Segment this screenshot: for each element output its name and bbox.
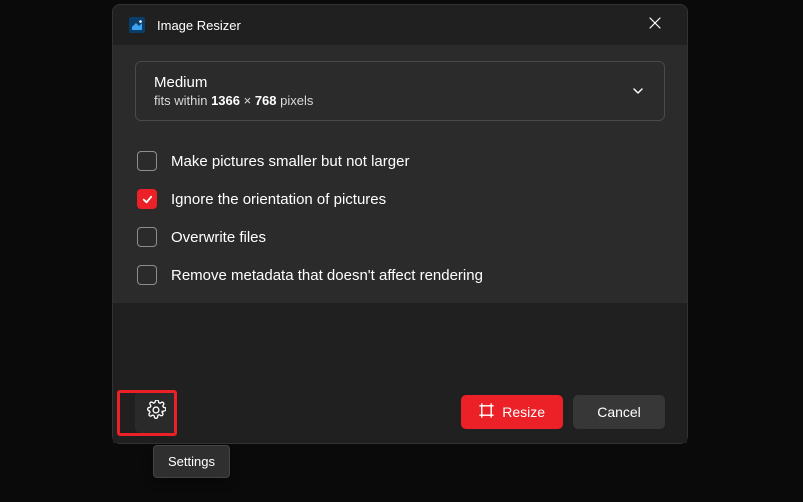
content-area: Medium fits within 1366 × 768 pixels Mak… [113, 45, 687, 303]
checkbox-label: Make pictures smaller but not larger [171, 153, 409, 170]
check-icon [141, 193, 154, 206]
size-dropdown-labels: Medium fits within 1366 × 768 pixels [154, 74, 313, 108]
checkbox-label: Overwrite files [171, 229, 266, 246]
checkbox-label: Ignore the orientation of pictures [171, 191, 386, 208]
resize-button-label: Resize [502, 404, 545, 420]
chevron-down-icon [630, 83, 646, 99]
size-dropdown[interactable]: Medium fits within 1366 × 768 pixels [135, 61, 665, 121]
cancel-button[interactable]: Cancel [573, 395, 665, 429]
resize-button[interactable]: Resize [461, 395, 563, 429]
close-icon [649, 16, 661, 34]
cancel-button-label: Cancel [597, 404, 641, 420]
checkbox-remove-metadata[interactable]: Remove metadata that doesn't affect rend… [137, 265, 665, 285]
checkbox-box [137, 227, 157, 247]
checkbox-ignore-orientation[interactable]: Ignore the orientation of pictures [137, 189, 665, 209]
checkbox-overwrite[interactable]: Overwrite files [137, 227, 665, 247]
titlebar: Image Resizer [113, 5, 687, 45]
checkbox-box [137, 265, 157, 285]
size-name: Medium [154, 74, 313, 91]
close-button[interactable] [637, 11, 673, 39]
gear-icon [146, 400, 166, 425]
size-description: fits within 1366 × 768 pixels [154, 93, 313, 108]
checkbox-label: Remove metadata that doesn't affect rend… [171, 267, 483, 284]
tooltip-text: Settings [168, 454, 215, 469]
window-title: Image Resizer [157, 18, 241, 33]
titlebar-left: Image Resizer [129, 17, 241, 33]
checkbox-box [137, 151, 157, 171]
footer-buttons: Resize Cancel [461, 395, 665, 429]
checkbox-box [137, 189, 157, 209]
resize-icon [479, 403, 494, 421]
image-resizer-window: Image Resizer Medium fits within 1366 × … [112, 4, 688, 444]
app-icon [129, 17, 145, 33]
checkbox-group: Make pictures smaller but not larger Ign… [135, 151, 665, 285]
settings-tooltip: Settings [153, 445, 230, 478]
checkbox-smaller-not-larger[interactable]: Make pictures smaller but not larger [137, 151, 665, 171]
settings-button[interactable] [135, 391, 177, 433]
footer: Resize Cancel [113, 381, 687, 443]
